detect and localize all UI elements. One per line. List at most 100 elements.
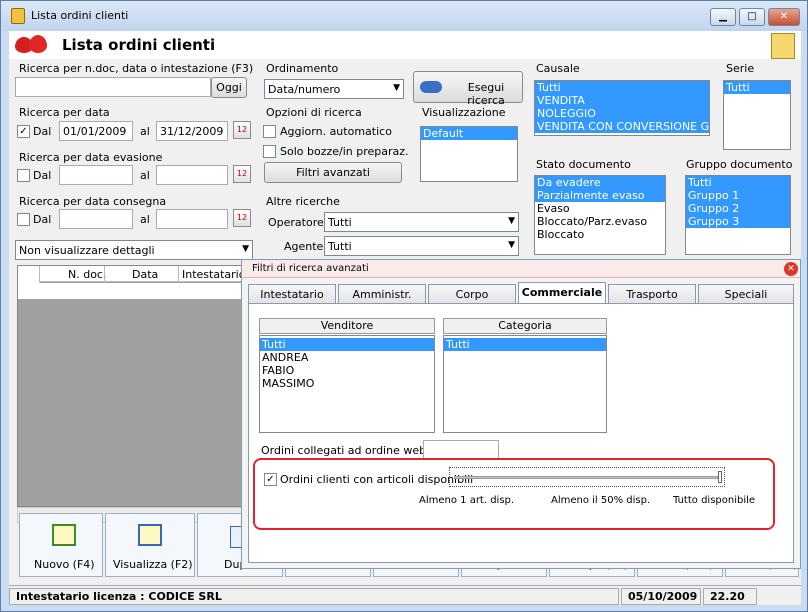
list-item[interactable]: Gruppo 3 [686,215,790,228]
visualizzazione-list[interactable]: Default [420,126,518,182]
cons-checkbox[interactable] [17,213,30,226]
grid-header: N. doc. Data Intestatario [18,266,254,298]
list-item[interactable]: Tutti [686,176,790,189]
bozze-label: Solo bozze/in preparaz. [280,145,409,158]
panel-close-icon[interactable]: ✕ [784,262,798,276]
gruppo-label: Gruppo documento [686,158,793,171]
chevron-down-icon: ▼ [508,240,515,250]
details-select[interactable]: Non visualizzare dettagli ▼ [15,240,253,260]
list-item[interactable]: Tutti [535,81,709,94]
minimize-button[interactable]: ▁ [710,8,736,26]
list-item[interactable]: Da evadere [535,176,665,189]
venditore-header: Venditore [259,318,435,334]
check-grid-icon [138,524,162,546]
list-item[interactable]: Tutti [444,338,606,351]
causale-list[interactable]: Tutti VENDITA NOLEGGIO VENDITA CON CONVERSI… [534,80,710,136]
availability-slider[interactable] [449,467,725,487]
window-title: Lista ordini clienti [31,9,129,22]
tab-intestatario[interactable]: Intestatario [248,284,336,304]
grid-col-data[interactable]: Data [132,268,158,281]
list-item[interactable]: ANDREA [260,351,434,364]
opzioni-label: Opzioni di ricerca [266,106,362,119]
status-time: 22.20 [703,588,757,605]
panel-tabs: Intestatario Amministr. Corpo Commercial… [248,282,794,304]
list-item[interactable]: Gruppo 1 [686,189,790,202]
date-to-label: al [140,125,150,138]
eva-to-input[interactable] [156,165,228,185]
header-bar: Lista ordini clienti [9,31,801,59]
gruppo-list[interactable]: Tutti Gruppo 1 Gruppo 2 Gruppo 3 [685,175,791,255]
list-item[interactable]: Bloccato [535,228,665,241]
cons-from-input[interactable] [59,209,133,229]
calendar-icon[interactable]: 12 [233,121,251,139]
tab-commerciale[interactable]: Commerciale [518,282,606,304]
venditore-list[interactable]: Tutti ANDREA FABIO MASSIMO [259,335,435,433]
esegui-ricerca-button[interactable]: Esegui ricerca [413,71,523,107]
maximize-button[interactable]: □ [739,8,765,26]
list-item[interactable]: MASSIMO [260,377,434,390]
slider-thumb[interactable] [718,471,722,483]
date-to-input[interactable]: 31/12/2009 [156,121,228,141]
chevron-down-icon: ▼ [508,216,515,226]
chevron-down-icon: ▼ [393,83,400,93]
tab-corpo[interactable]: Corpo [428,284,516,304]
eva-from-input[interactable] [59,165,133,185]
status-date: 05/10/2009 [621,588,701,605]
bozze-checkbox[interactable] [263,145,276,158]
calendar-icon[interactable]: 12 [233,165,251,183]
list-item[interactable]: Bloccato/Parz.evaso [535,215,665,228]
tab-trasporto[interactable]: Trasporto [608,284,696,304]
app-icon [11,8,25,24]
filtri-avanzati-button[interactable]: Filtri avanzati [264,162,402,183]
ordinamento-select[interactable]: Data/numero ▼ [264,79,404,99]
date-from-label: Dal [33,125,52,138]
list-item[interactable]: Evaso [535,202,665,215]
list-item[interactable]: FABIO [260,364,434,377]
causale-label: Causale [536,62,580,75]
tab-speciali[interactable]: Speciali [698,284,794,304]
eva-to-label: al [140,169,150,182]
list-item[interactable]: NOLEGGIO [535,107,709,120]
date-search-checkbox[interactable]: ✓ [17,125,30,138]
nuovo-button[interactable]: Nuovo (F4) [19,513,103,577]
eva-from-label: Dal [33,169,52,182]
calendar-icon[interactable]: 12 [233,209,251,227]
list-item[interactable]: VENDITA CON CONVERSIONE GL [535,120,709,133]
grid-row[interactable] [18,283,254,299]
eva-checkbox[interactable] [17,169,30,182]
page-title: Lista ordini clienti [62,36,216,54]
grid-col-ndoc[interactable]: N. doc. [68,268,106,281]
aggiorn-checkbox[interactable] [263,125,276,138]
disp-checkbox[interactable]: ✓ [264,473,277,486]
visualizza-button[interactable]: Visualizza (F2) [105,513,195,577]
serie-label: Serie [726,62,755,75]
grid-col-intestatario[interactable]: Intestatario [182,268,245,281]
tab-amministr[interactable]: Amministr. [338,284,426,304]
list-item[interactable]: Parzialmente evaso [535,189,665,202]
scale-min-label: Almeno 1 art. disp. [419,495,515,506]
date-from-input[interactable]: 01/01/2009 [59,121,133,141]
cons-to-input[interactable] [156,209,228,229]
ordinamento-label: Ordinamento [266,62,339,75]
list-item[interactable]: Default [421,127,517,140]
close-button[interactable]: ✕ [768,8,800,26]
serie-list[interactable]: Tutti [723,80,791,150]
operatore-select[interactable]: Tutti ▼ [324,212,519,232]
today-button[interactable]: Oggi [211,77,247,98]
list-item[interactable]: Gruppo 2 [686,202,790,215]
altre-label: Altre ricerche [266,195,340,208]
list-item[interactable]: Tutti [724,81,790,94]
stato-list[interactable]: Da evadere Parzialmente evaso Evaso Bloccat… [534,175,666,255]
add-grid-icon [52,524,76,546]
cons-to-label: al [140,213,150,226]
categoria-header: Categoria [443,318,607,334]
list-item[interactable]: Tutti [260,338,434,351]
orders-grid[interactable]: N. doc. Data Intestatario [17,265,255,507]
web-order-input[interactable] [423,440,499,460]
visualizzazione-label: Visualizzazione [422,106,506,119]
search-input[interactable] [15,77,211,97]
panel-title: Filtri di ricerca avanzati [252,263,369,274]
list-item[interactable]: VENDITA [535,94,709,107]
categoria-list[interactable]: Tutti [443,335,607,433]
agente-select[interactable]: Tutti ▼ [324,236,519,256]
